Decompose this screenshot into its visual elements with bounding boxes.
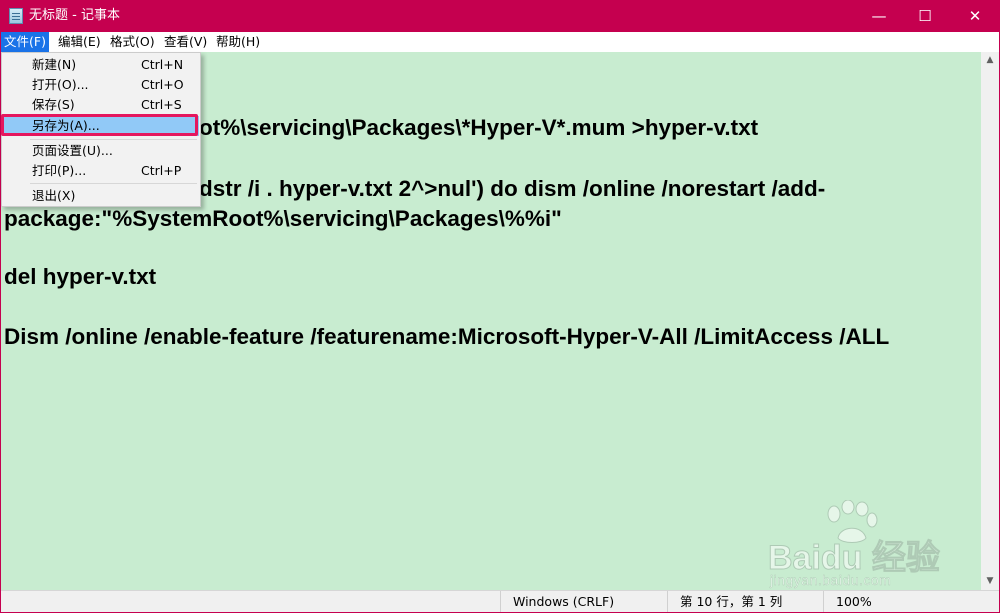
editor-line: package:"%SystemRoot%\servicing\Packages… bbox=[4, 206, 562, 231]
window-title: 无标题 - 记事本 bbox=[29, 8, 120, 23]
menu-edit[interactable]: 编辑(E) bbox=[55, 32, 104, 52]
editor-line: dstr /i . hyper-v.txt 2^>nul') do dism /… bbox=[199, 176, 826, 201]
annotation-highlight-box bbox=[1, 114, 198, 136]
menu-item-print[interactable]: 打印(P)... Ctrl+P bbox=[3, 161, 199, 181]
notepad-icon bbox=[9, 8, 23, 24]
status-cursor-position: 第 10 行，第 1 列 bbox=[667, 591, 823, 612]
menu-format[interactable]: 格式(O) bbox=[107, 32, 158, 52]
status-line-ending: Windows (CRLF) bbox=[500, 591, 667, 612]
menu-item-open[interactable]: 打开(O)... Ctrl+O bbox=[3, 75, 199, 95]
menu-item-save[interactable]: 保存(S) Ctrl+S bbox=[3, 95, 199, 115]
scroll-down-icon[interactable]: ▼ bbox=[981, 573, 999, 590]
menu-view[interactable]: 查看(V) bbox=[161, 32, 210, 52]
status-zoom: 100% bbox=[823, 591, 993, 612]
editor-line: Dism /online /enable-feature /featurenam… bbox=[4, 324, 890, 349]
editor-line: ot%\servicing\Packages\*Hyper-V*.mum >hy… bbox=[199, 115, 759, 140]
editor-line: del hyper-v.txt bbox=[4, 264, 157, 289]
menu-separator bbox=[30, 183, 197, 184]
status-bar: Windows (CRLF) 第 10 行，第 1 列 100% bbox=[1, 590, 999, 612]
title-bar[interactable]: 无标题 - 记事本 — ☐ ✕ bbox=[0, 0, 1000, 32]
notepad-window: 无标题 - 记事本 — ☐ ✕ 文件(F) 编辑(E) 格式(O) 查看(V) … bbox=[0, 0, 1000, 613]
minimize-button[interactable]: — bbox=[856, 0, 902, 32]
vertical-scrollbar[interactable]: ▲ ▼ bbox=[981, 52, 999, 590]
menu-bar: 文件(F) 编辑(E) 格式(O) 查看(V) 帮助(H) bbox=[1, 32, 999, 52]
menu-separator bbox=[30, 139, 197, 140]
maximize-button[interactable]: ☐ bbox=[902, 0, 948, 32]
menu-item-exit[interactable]: 退出(X) bbox=[3, 186, 199, 206]
menu-file[interactable]: 文件(F) bbox=[1, 32, 49, 52]
close-button[interactable]: ✕ bbox=[952, 0, 998, 32]
menu-help[interactable]: 帮助(H) bbox=[213, 32, 263, 52]
menu-item-new[interactable]: 新建(N) Ctrl+N bbox=[3, 55, 199, 75]
scroll-up-icon[interactable]: ▲ bbox=[981, 52, 999, 69]
menu-item-page-setup[interactable]: 页面设置(U)... bbox=[3, 141, 199, 161]
